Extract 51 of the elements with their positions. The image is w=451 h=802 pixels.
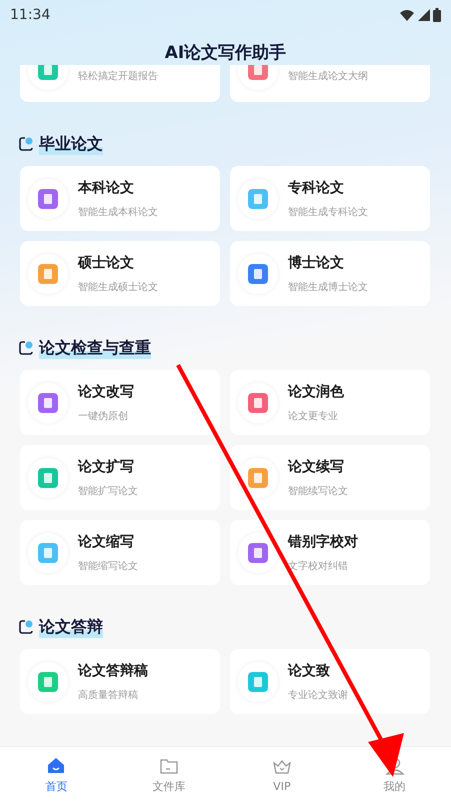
card-subtitle: 智能生成本科论文	[78, 206, 158, 218]
card-title: 论文改写	[78, 382, 134, 400]
card-subtitle: 智能扩写论文	[78, 484, 138, 498]
feature-card[interactable]: 论文润色 论文更专业	[230, 370, 430, 435]
feature-card[interactable]: 论文扩写 智能扩写论文	[20, 445, 220, 510]
battery-icon	[433, 8, 441, 22]
card-subtitle: 智能生成硕士论文	[78, 280, 158, 294]
feature-card[interactable]: 论文答辩稿 高质量答辩稿	[20, 649, 220, 714]
card-subtitle: 高质量答辩稿	[78, 688, 139, 702]
wifi-icon	[399, 9, 415, 21]
card-title: 硕士论文	[78, 254, 135, 272]
card-subtitle: 一键伪原创	[78, 410, 129, 422]
card-subtitle: 智能缩写论文	[78, 560, 138, 572]
home-icon	[46, 756, 66, 776]
status-time: 11:34	[10, 7, 50, 23]
card-subtitle: 智能生成博士论文	[288, 280, 368, 294]
section-title: 论文检查与查重	[39, 338, 151, 358]
section-title: 论文答辩	[39, 616, 103, 638]
feature-card[interactable]: 硕士论文 智能生成硕士论文	[20, 241, 220, 306]
page-title: AI论文写作助手	[164, 42, 286, 64]
section-icon	[18, 340, 34, 356]
card-subtitle: 专业论文致谢	[288, 688, 348, 702]
signal-icon	[418, 9, 430, 21]
card-title: 本科论文	[78, 178, 135, 196]
card-subtitle: 智能续写论文	[288, 484, 348, 498]
card-subtitle: 智能生成论文大纲	[288, 70, 368, 82]
feature-card[interactable]: 本科论文 智能生成本科论文	[20, 166, 220, 231]
feature-card[interactable]: 论文改写 一键伪原创	[20, 370, 220, 435]
feature-card[interactable]: 论文续写 智能续写论文	[230, 445, 430, 510]
feature-card[interactable]: 论文致 专业论文致谢	[230, 649, 430, 714]
nav-tab[interactable]: VIP	[226, 747, 338, 802]
card-subtitle: 论文更专业	[288, 410, 339, 422]
section-icon	[18, 136, 34, 152]
card-subtitle: 轻松搞定开题报告	[78, 70, 158, 82]
card-title: 错别字校对	[288, 532, 358, 550]
card-title: 论文润色	[288, 382, 344, 400]
nav-tab[interactable]: 首页	[0, 747, 113, 802]
feature-card[interactable]: 博士论文 智能生成博士论文	[230, 241, 430, 306]
card-title: 专科论文	[288, 178, 345, 196]
card-title: 论文续写	[288, 458, 345, 476]
card-title: 论文缩写	[78, 532, 135, 550]
feature-card[interactable]: 专科论文 智能生成专科论文	[230, 166, 430, 231]
card-title: 论文答辩稿	[78, 662, 148, 680]
card-title: 论文扩写	[78, 458, 135, 476]
card-title: 论文致	[288, 662, 331, 680]
section-icon	[18, 619, 34, 635]
section-title: 毕业论文	[39, 134, 103, 154]
card-title: 博士论文	[288, 254, 345, 272]
card-subtitle: 智能生成专科论文	[288, 206, 368, 218]
feature-card[interactable]: 论文缩写 智能缩写论文	[20, 520, 220, 585]
nav-tab[interactable]: 文件库	[112, 747, 226, 802]
